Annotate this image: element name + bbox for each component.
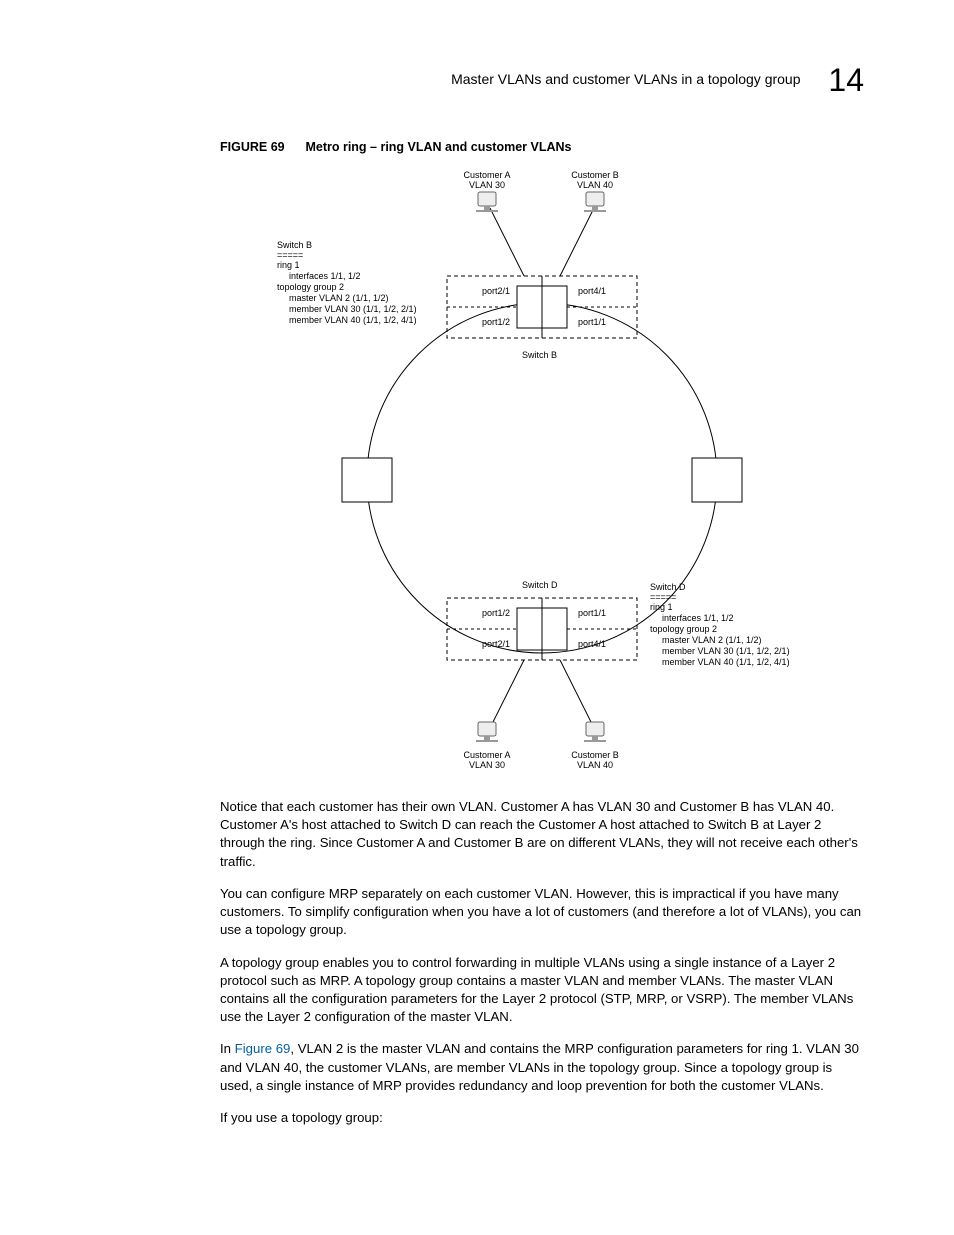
svg-text:Switch D: Switch D [650, 582, 686, 592]
svg-text:topology group 2: topology group 2 [277, 282, 344, 292]
svg-text:=====: ===== [650, 592, 676, 602]
svg-text:ring 1: ring 1 [277, 260, 300, 270]
figure-diagram: port2/1 port4/1 port1/2 port1/1 Switch B [220, 168, 864, 788]
svg-text:topology group 2: topology group 2 [650, 624, 717, 634]
customer-label: Customer A [463, 170, 510, 180]
customer-label: Customer A [463, 750, 510, 760]
body-paragraph: In Figure 69, VLAN 2 is the master VLAN … [220, 1040, 864, 1095]
customer-vlan: VLAN 30 [469, 760, 505, 770]
host-icon [476, 722, 498, 742]
customer-vlan: VLAN 40 [577, 760, 613, 770]
port-label: port1/1 [578, 317, 606, 327]
figure-title: Metro ring – ring VLAN and customer VLAN… [305, 140, 571, 154]
svg-text:=====: ===== [277, 250, 303, 260]
figure-label: FIGURE 69 [220, 140, 285, 154]
body-paragraph: Notice that each customer has their own … [220, 798, 864, 871]
header-title: Master VLANs and customer VLANs in a top… [451, 71, 800, 87]
port-label: port4/1 [578, 639, 606, 649]
body-paragraph: A topology group enables you to control … [220, 954, 864, 1027]
port-label: port4/1 [578, 286, 606, 296]
svg-text:master VLAN 2 (1/1, 1/2): master VLAN 2 (1/1, 1/2) [289, 293, 389, 303]
port-label: port1/2 [482, 317, 510, 327]
host-icon [584, 722, 606, 742]
svg-text:ring 1: ring 1 [650, 602, 673, 612]
running-header: Master VLANs and customer VLANs in a top… [451, 62, 864, 99]
chapter-number: 14 [828, 62, 864, 98]
customer-label: Customer B [571, 170, 619, 180]
svg-text:member VLAN 30 (1/1, 1/2, 2/1): member VLAN 30 (1/1, 1/2, 2/1) [662, 646, 790, 656]
svg-text:interfaces 1/1, 1/2: interfaces 1/1, 1/2 [289, 271, 361, 281]
body-paragraph: You can configure MRP separately on each… [220, 885, 864, 940]
switch-config-d: Switch D ===== ring 1 interfaces 1/1, 1/… [650, 582, 790, 667]
body-paragraph: If you use a topology group: [220, 1109, 864, 1127]
port-label: port1/1 [578, 608, 606, 618]
figure-reference-link[interactable]: Figure 69 [235, 1041, 291, 1056]
svg-text:member VLAN 40 (1/1, 1/2, 4/1): member VLAN 40 (1/1, 1/2, 4/1) [662, 657, 790, 667]
port-label: port1/2 [482, 608, 510, 618]
svg-text:member VLAN 30 (1/1, 1/2, 2/1): member VLAN 30 (1/1, 1/2, 2/1) [289, 304, 417, 314]
svg-text:interfaces 1/1, 1/2: interfaces 1/1, 1/2 [662, 613, 734, 623]
customer-vlan: VLAN 30 [469, 180, 505, 190]
customer-label: Customer B [571, 750, 619, 760]
switch-config-b: Switch B ===== ring 1 interfaces 1/1, 1/… [277, 240, 417, 325]
svg-text:master VLAN 2 (1/1, 1/2): master VLAN 2 (1/1, 1/2) [662, 635, 762, 645]
switch-label: Switch D [522, 580, 558, 590]
svg-text:member VLAN 40 (1/1, 1/2, 4/1): member VLAN 40 (1/1, 1/2, 4/1) [289, 315, 417, 325]
host-icon [584, 192, 606, 212]
figure-caption: FIGURE 69 Metro ring – ring VLAN and cus… [220, 140, 864, 154]
host-icon [476, 192, 498, 212]
switch-label: Switch B [522, 350, 557, 360]
customer-vlan: VLAN 40 [577, 180, 613, 190]
port-label: port2/1 [482, 639, 510, 649]
port-label: port2/1 [482, 286, 510, 296]
svg-text:Switch B: Switch B [277, 240, 312, 250]
